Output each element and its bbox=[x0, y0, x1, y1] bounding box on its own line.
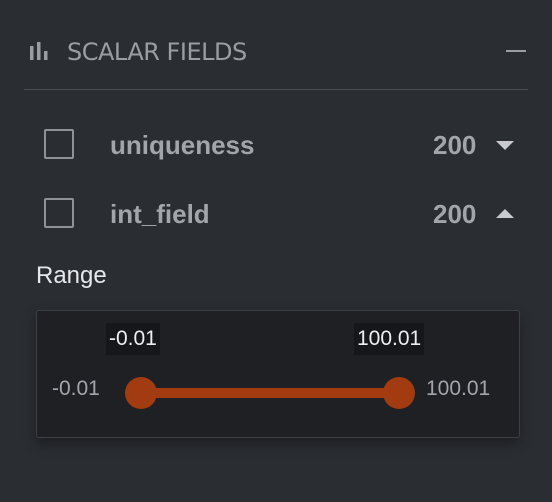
selected-min-value: -0.01 bbox=[106, 323, 160, 355]
panel-title: SCALAR FIELDS bbox=[67, 38, 247, 66]
range-label: Range bbox=[36, 262, 107, 289]
field-checkbox[interactable] bbox=[44, 129, 74, 159]
field-name: int_field bbox=[110, 199, 210, 229]
range-max-handle[interactable] bbox=[383, 377, 415, 409]
selected-max-value: 100.01 bbox=[354, 323, 425, 355]
field-row-uniqueness[interactable]: uniqueness 200 bbox=[44, 128, 518, 166]
caret-down-icon[interactable] bbox=[492, 132, 518, 158]
scalar-fields-panel: SCALAR FIELDS uniqueness 200 int_field 2… bbox=[0, 0, 552, 502]
range-max-bound: 100.01 bbox=[426, 377, 491, 400]
field-name: uniqueness bbox=[110, 130, 255, 160]
range-min-bound: -0.01 bbox=[52, 377, 100, 400]
field-count: 200 bbox=[433, 130, 477, 160]
field-count: 200 bbox=[433, 199, 477, 229]
field-checkbox[interactable] bbox=[44, 198, 74, 228]
minus-icon bbox=[506, 50, 526, 52]
range-slider-track[interactable] bbox=[141, 388, 399, 398]
bar-chart-icon bbox=[30, 42, 52, 62]
range-min-handle[interactable] bbox=[125, 377, 157, 409]
caret-up-icon[interactable] bbox=[492, 201, 518, 227]
range-slider-box: -0.01 100.01 -0.01 100.01 bbox=[36, 310, 520, 438]
field-row-int-field[interactable]: int_field 200 bbox=[44, 197, 518, 235]
collapse-button[interactable] bbox=[504, 36, 528, 66]
panel-header: SCALAR FIELDS bbox=[24, 30, 528, 90]
